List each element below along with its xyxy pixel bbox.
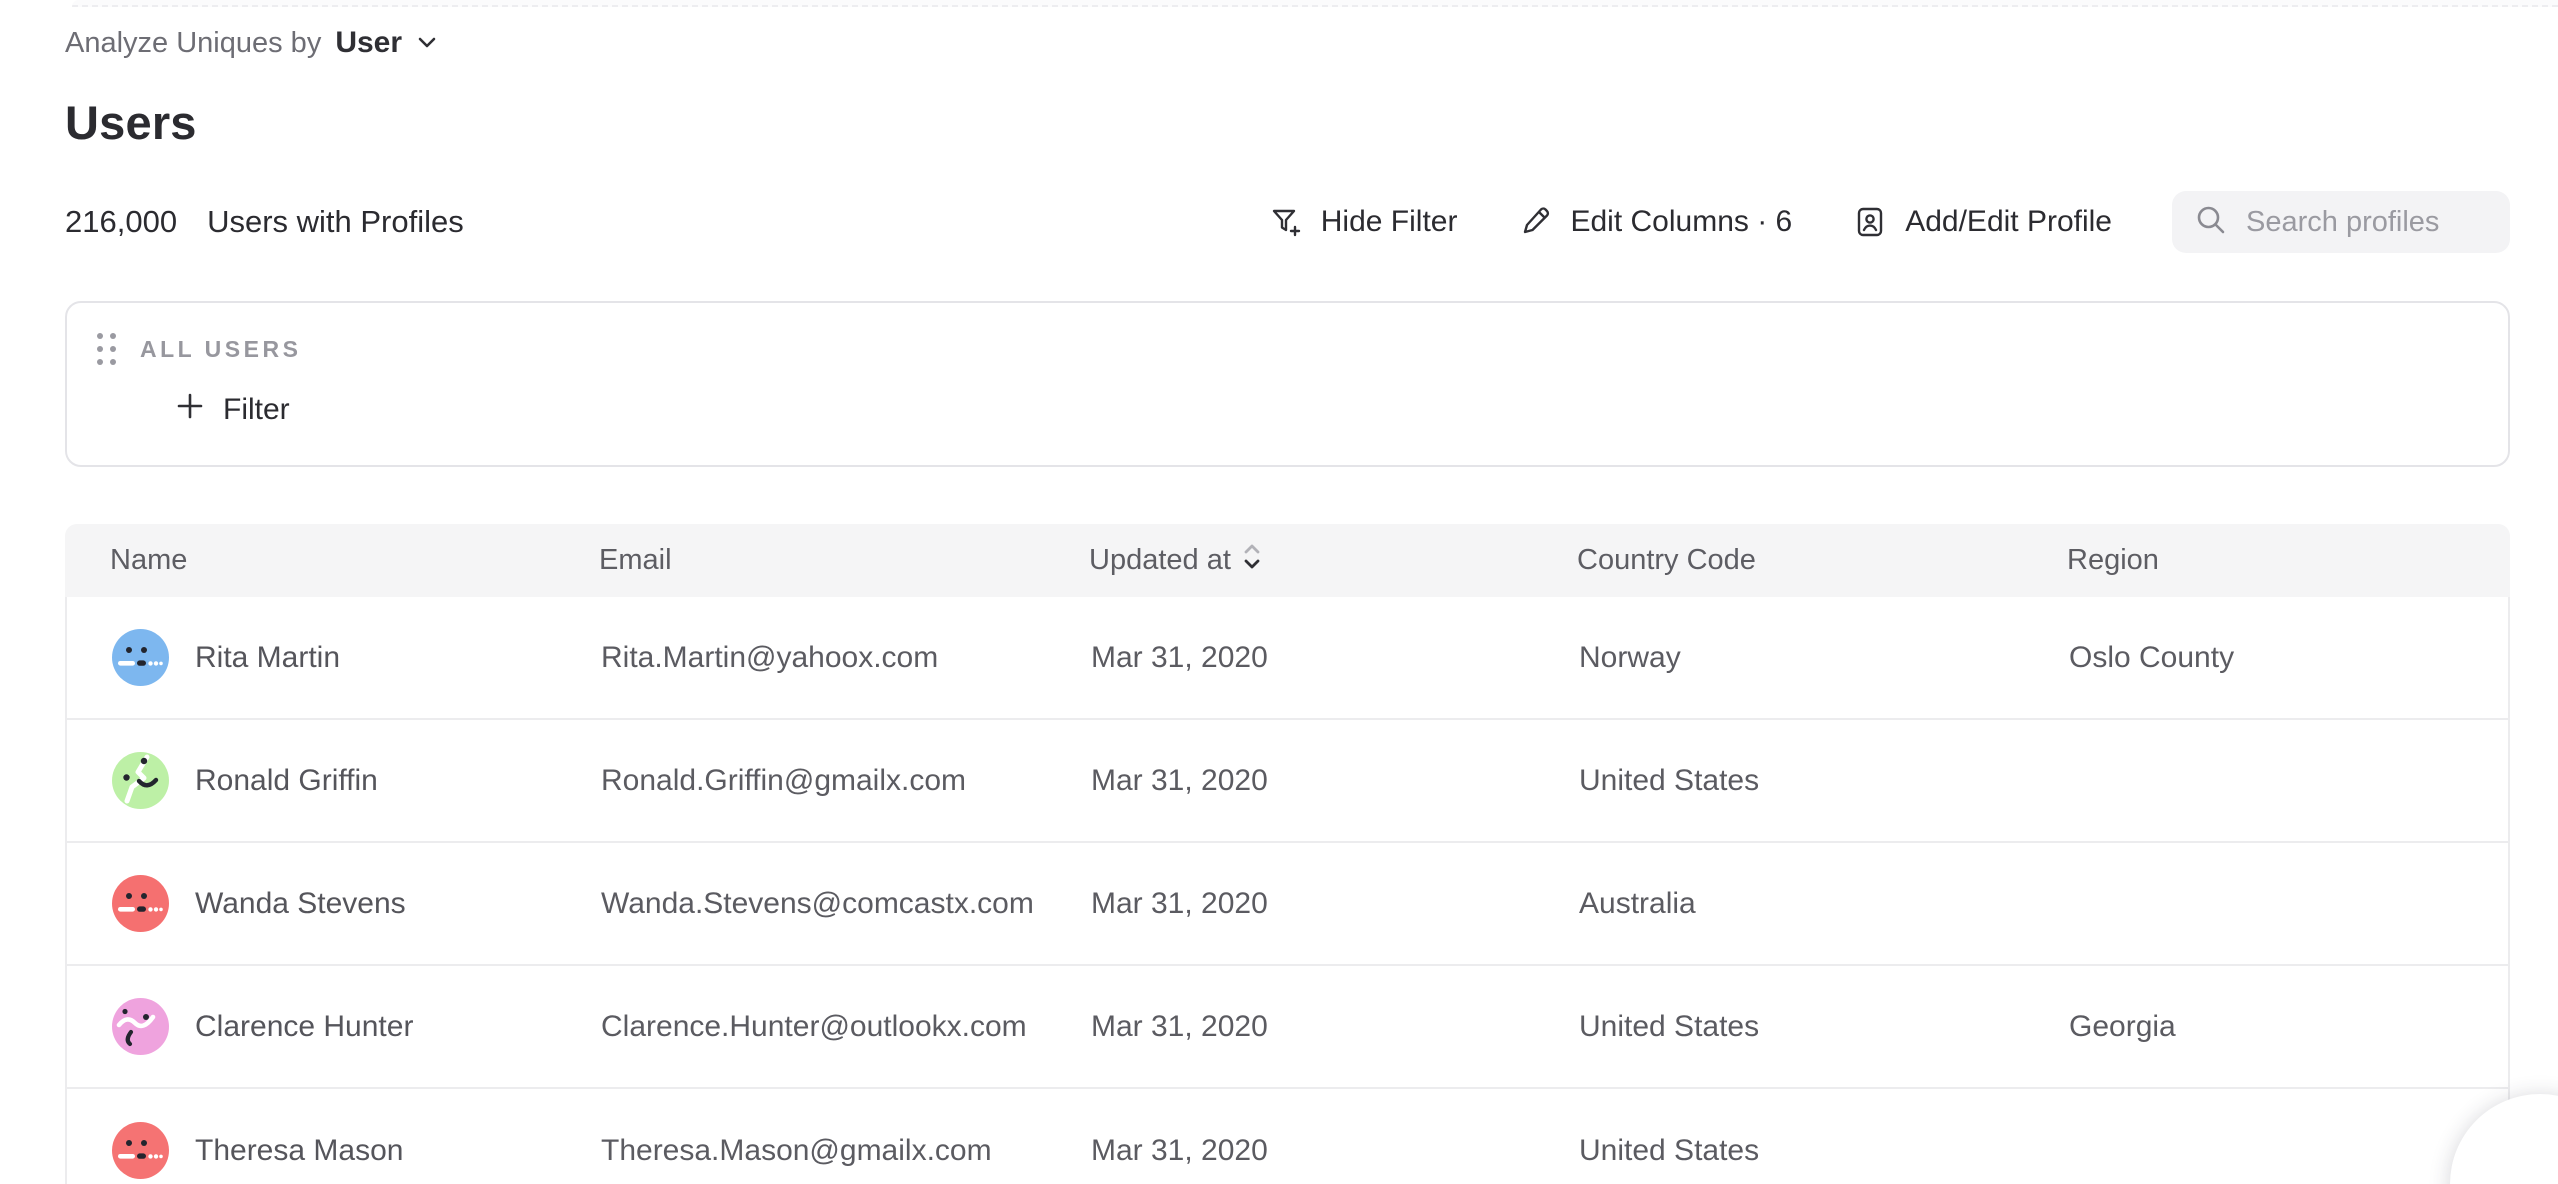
avatar: [112, 752, 169, 809]
user-email: Theresa.Mason@gmailx.com: [601, 1134, 992, 1167]
user-name: Theresa Mason: [195, 1134, 403, 1168]
user-country-code: Australia: [1579, 887, 1696, 920]
users-page: Analyze Uniques by User Users 216,000 Us…: [0, 0, 2558, 1184]
column-header-updated-at[interactable]: Updated at: [1089, 540, 1577, 582]
edit-columns-label: Edit Columns · 6: [1570, 205, 1792, 239]
column-header-email[interactable]: Email: [599, 544, 1089, 577]
user-country-code: United States: [1579, 1010, 1759, 1043]
user-updated-at: Mar 31, 2020: [1091, 764, 1268, 797]
user-count: 216,000: [65, 204, 177, 240]
user-country-code: Norway: [1579, 641, 1681, 674]
table-row[interactable]: Clarence Hunter Clarence.Hunter@outlookx…: [67, 966, 2508, 1089]
edit-columns-button[interactable]: Edit Columns · 6: [1517, 204, 1792, 240]
analyze-uniques-value: User: [335, 26, 402, 60]
chevron-down-icon: [414, 29, 440, 58]
table-row[interactable]: Ronald Griffin Ronald.Griffin@gmailx.com…: [67, 720, 2508, 843]
add-edit-profile-label: Add/Edit Profile: [1905, 205, 2112, 239]
user-email: Rita.Martin@yahoox.com: [601, 641, 938, 674]
table-body: Rita Martin Rita.Martin@yahoox.com Mar 3…: [67, 597, 2508, 1184]
search-profiles-input[interactable]: [2246, 206, 2488, 239]
breadcrumb: Analyze Uniques by User: [65, 23, 2510, 63]
table-row[interactable]: Rita Martin Rita.Martin@yahoox.com Mar 3…: [67, 597, 2508, 720]
user-region: Oslo County: [2069, 641, 2234, 674]
plus-icon: [175, 391, 205, 429]
user-updated-at: Mar 31, 2020: [1091, 641, 1268, 674]
add-edit-profile-button[interactable]: Add/Edit Profile: [1852, 204, 2112, 240]
user-email: Ronald.Griffin@gmailx.com: [601, 764, 966, 797]
analyze-uniques-selector[interactable]: User: [335, 26, 440, 60]
user-email: Clarence.Hunter@outlookx.com: [601, 1010, 1027, 1043]
table-row[interactable]: Theresa Mason Theresa.Mason@gmailx.com M…: [67, 1089, 2508, 1184]
avatar: [112, 998, 169, 1055]
user-name: Rita Martin: [195, 641, 340, 675]
pencil-icon: [1517, 204, 1553, 240]
user-updated-at: Mar 31, 2020: [1091, 887, 1268, 920]
filter-card: ALL USERS Filter: [65, 301, 2510, 467]
user-name: Ronald Griffin: [195, 764, 378, 798]
table-row[interactable]: Wanda Stevens Wanda.Stevens@comcastx.com…: [67, 843, 2508, 966]
drag-handle-icon[interactable]: [97, 333, 116, 365]
user-count-label: Users with Profiles: [207, 204, 464, 240]
user-updated-at: Mar 31, 2020: [1091, 1134, 1268, 1167]
user-updated-at: Mar 31, 2020: [1091, 1010, 1268, 1043]
column-header-region[interactable]: Region: [2067, 544, 2510, 577]
user-name: Clarence Hunter: [195, 1010, 413, 1044]
hide-filter-button[interactable]: Hide Filter: [1268, 204, 1458, 240]
column-header-name[interactable]: Name: [110, 544, 599, 577]
funnel-plus-icon: [1268, 204, 1304, 240]
column-header-country-code[interactable]: Country Code: [1577, 544, 2067, 577]
search-icon: [2194, 203, 2228, 242]
user-country-code: United States: [1579, 764, 1759, 797]
user-region: Georgia: [2069, 1010, 2176, 1043]
hide-filter-label: Hide Filter: [1321, 205, 1458, 239]
user-count-group: 216,000 Users with Profiles: [65, 204, 464, 240]
sort-icon[interactable]: [1241, 540, 1263, 582]
users-table: Name Email Updated at Country Code Regio…: [65, 524, 2510, 1184]
toolbar: Hide Filter Edit Columns · 6: [1268, 191, 2510, 253]
add-filter-label: Filter: [223, 393, 290, 427]
filter-group-label: ALL USERS: [140, 336, 301, 363]
user-name: Wanda Stevens: [195, 887, 406, 921]
analyze-uniques-label: Analyze Uniques by: [65, 27, 321, 60]
add-filter-button[interactable]: Filter: [175, 391, 290, 429]
avatar: [112, 629, 169, 686]
avatar: [112, 875, 169, 932]
profile-card-icon: [1852, 204, 1888, 240]
search-profiles-box[interactable]: [2172, 191, 2510, 253]
user-country-code: United States: [1579, 1134, 1759, 1167]
summary-row: 216,000 Users with Profiles Hide Filter: [65, 190, 2510, 254]
page-title: Users: [65, 95, 2510, 150]
table-header-row: Name Email Updated at Country Code Regio…: [65, 524, 2510, 597]
avatar: [112, 1122, 169, 1179]
user-email: Wanda.Stevens@comcastx.com: [601, 887, 1034, 920]
